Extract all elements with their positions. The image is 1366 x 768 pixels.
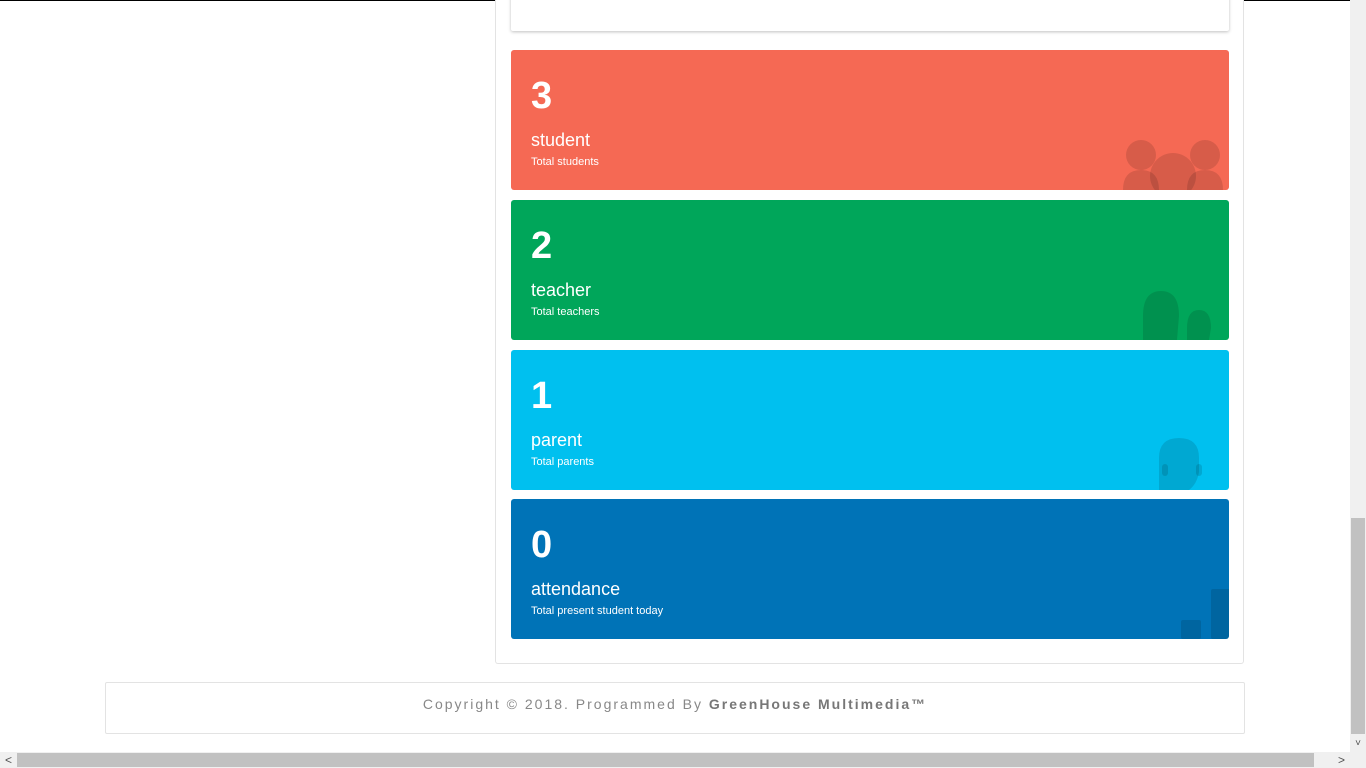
parent-tile[interactable]: 1 parent Total parents bbox=[511, 350, 1229, 490]
student-desc: Total students bbox=[531, 156, 599, 168]
bar-chart-icon bbox=[1181, 589, 1229, 639]
student-count: 3 bbox=[531, 75, 553, 117]
student-tile[interactable]: 3 student Total students bbox=[511, 50, 1229, 190]
scrollbar-corner bbox=[1350, 752, 1366, 768]
attendance-count: 0 bbox=[531, 524, 553, 566]
teacher-tile[interactable]: 2 teacher Total teachers bbox=[511, 200, 1229, 340]
footer: Copyright © 2018. Programmed By GreenHou… bbox=[105, 682, 1245, 734]
parent-desc: Total parents bbox=[531, 456, 594, 468]
attendance-title: attendance bbox=[531, 579, 621, 599]
parent-title: parent bbox=[531, 430, 583, 450]
teacher-desc: Total teachers bbox=[531, 306, 600, 318]
horizontal-scrollbar[interactable]: < > bbox=[0, 752, 1350, 768]
teachers-icon bbox=[1143, 291, 1211, 340]
student-title: student bbox=[531, 130, 591, 150]
attendance-tile[interactable]: 0 attendance Total present student today bbox=[511, 499, 1229, 639]
teacher-count: 2 bbox=[531, 225, 553, 267]
scroll-left-arrow-icon[interactable]: < bbox=[0, 752, 17, 768]
users-icon bbox=[1123, 140, 1223, 190]
company-name: GreenHouse Multimedia™ bbox=[708, 696, 928, 712]
parent-count: 1 bbox=[531, 375, 553, 417]
scroll-down-arrow-icon[interactable]: ˅ bbox=[1350, 735, 1366, 752]
attendance-desc: Total present student today bbox=[531, 605, 664, 617]
vertical-scrollbar[interactable]: ˅ bbox=[1350, 0, 1366, 752]
scroll-right-arrow-icon[interactable]: > bbox=[1333, 752, 1350, 768]
vertical-scroll-thumb[interactable] bbox=[1351, 518, 1365, 734]
top-card bbox=[511, 0, 1229, 31]
horizontal-scroll-thumb[interactable] bbox=[17, 753, 1314, 767]
copyright-text: Copyright © 2018. Programmed By bbox=[422, 696, 709, 712]
teacher-title: teacher bbox=[531, 280, 592, 300]
user-icon bbox=[1159, 438, 1202, 490]
